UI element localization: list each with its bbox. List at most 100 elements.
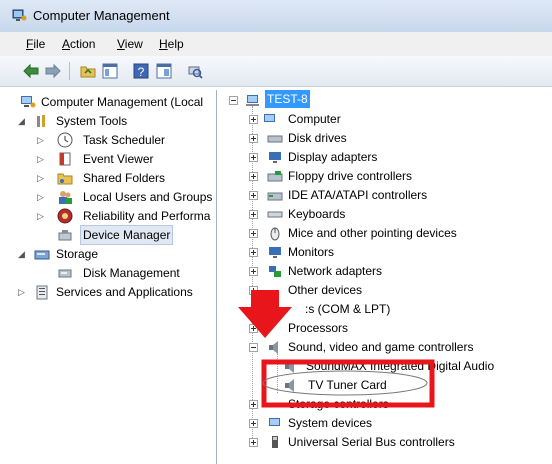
tree-label: Storage controllers — [288, 397, 389, 411]
help-icon[interactable]: ? — [132, 62, 150, 80]
collapse-arrow-icon[interactable]: ◢ — [18, 117, 27, 126]
scan-hardware-icon[interactable] — [186, 62, 204, 80]
event-log-icon — [59, 152, 71, 166]
device-manager-icon — [58, 230, 72, 241]
tree-label: Sound, video and game controllers — [288, 340, 474, 354]
tree-label: System devices — [288, 416, 373, 430]
tree-label: Shared Folders — [83, 171, 166, 185]
expand-box-icon[interactable] — [249, 267, 258, 276]
expand-box-icon[interactable] — [249, 115, 258, 124]
tree-label: Mice and other pointing devices — [288, 226, 457, 240]
expand-box-icon[interactable] — [249, 134, 258, 143]
tree-label: Monitors — [288, 245, 335, 259]
window-title: Computer Management — [33, 8, 170, 23]
tree-label: System Tools — [56, 114, 128, 128]
title-bar: Computer Management — [0, 0, 552, 33]
expand-arrow-icon[interactable]: ▷ — [37, 174, 46, 183]
expand-arrow-icon[interactable]: ▷ — [37, 212, 46, 221]
expand-arrow-icon[interactable]: ▷ — [37, 136, 46, 145]
collapse-box-icon[interactable] — [229, 96, 238, 105]
menu-help[interactable]: Help — [159, 37, 184, 51]
tree-label: Other devices — [288, 283, 363, 297]
disk-icon — [58, 269, 72, 278]
tree-node-disk-management[interactable]: Disk Management — [14, 264, 214, 282]
tree-node-task-scheduler[interactable]: ▷ Task Scheduler — [14, 131, 214, 149]
tree-node-services[interactable]: ▷ Services and Applications — [14, 283, 214, 301]
tree-label: Keyboards — [288, 207, 346, 221]
tree-label: Processors — [288, 321, 349, 335]
tree-node-reliability[interactable]: ▷ Reliability and Performa — [14, 207, 214, 225]
menu-bar: File Action View Help — [0, 32, 552, 56]
expand-box-icon[interactable] — [249, 286, 258, 295]
collapse-box-icon[interactable] — [249, 343, 258, 352]
collapse-arrow-icon[interactable]: ◢ — [18, 250, 27, 259]
forward-arrow-icon[interactable] — [44, 62, 62, 80]
expand-arrow-icon[interactable]: ▷ — [37, 155, 46, 164]
tree-label: Services and Applications — [56, 285, 193, 299]
tree-label: Disk Management — [83, 266, 180, 280]
expand-box-icon[interactable] — [249, 172, 258, 181]
tree-label: Task Scheduler — [83, 133, 166, 147]
toolbar-separator — [69, 62, 70, 80]
tree-label: Computer Management (Local — [41, 95, 204, 109]
floppy-controller-icon — [267, 171, 283, 182]
computer-icon — [246, 95, 259, 106]
gauge-icon — [57, 208, 73, 224]
mouse-icon — [270, 227, 280, 241]
tree-node-local-users[interactable]: ▷ Local Users and Groups — [14, 188, 214, 206]
keyboard-icon — [267, 211, 283, 218]
expand-box-icon[interactable] — [249, 210, 258, 219]
speaker-icon — [285, 379, 294, 392]
tree-label-selected: TEST-8 — [265, 90, 310, 108]
clock-icon — [57, 132, 73, 148]
disk-drive-icon — [267, 135, 283, 143]
tree-label: Local Users and Groups — [83, 190, 213, 204]
tree-label: Device Manager — [80, 225, 174, 245]
tree-label: Reliability and Performa — [83, 209, 211, 223]
computer-management-icon — [21, 96, 36, 108]
tools-icon — [37, 115, 45, 127]
storage-icon — [34, 250, 50, 260]
tree-node-system-tools[interactable]: ◢ System Tools — [14, 112, 214, 130]
menu-action[interactable]: Action — [62, 37, 95, 51]
expand-arrow-icon[interactable]: ▷ — [37, 193, 46, 202]
menu-file[interactable]: File — [26, 37, 45, 51]
expand-box-icon[interactable] — [249, 400, 258, 409]
tree-label: Floppy drive controllers — [288, 169, 413, 183]
menu-view[interactable]: View — [117, 37, 143, 51]
tree-label: Computer — [288, 112, 341, 126]
tree-label: Storage — [56, 247, 99, 261]
tree-node-shared-folders[interactable]: ▷ Shared Folders — [14, 169, 214, 187]
tree-node-storage[interactable]: ◢ Storage — [14, 245, 214, 263]
monitor-icon — [269, 247, 281, 258]
device-tree: TEST-8 Computer Disk drives Display adap… — [217, 90, 552, 464]
console-tree: Computer Management (Local ◢ System Tool… — [14, 90, 217, 464]
expand-box-icon[interactable] — [249, 248, 258, 257]
up-folder-icon[interactable] — [79, 62, 97, 80]
tree-connector — [277, 353, 278, 393]
tree-node-device-manager[interactable]: Device Manager — [14, 225, 214, 245]
expand-box-icon[interactable] — [249, 419, 258, 428]
network-adapter-icon — [269, 266, 281, 277]
computer-management-icon — [12, 9, 27, 21]
tree-node-event-viewer[interactable]: ▷ Event Viewer — [14, 150, 214, 168]
usb-icon — [272, 436, 278, 448]
expand-box-icon[interactable] — [249, 191, 258, 200]
tree-label: Event Viewer — [83, 152, 154, 166]
tree-label: SoundMAX Integrated Digital Audio — [306, 359, 495, 373]
show-hide-tree-icon[interactable] — [101, 62, 119, 80]
expand-box-icon[interactable] — [249, 153, 258, 162]
expand-box-icon[interactable] — [249, 324, 258, 333]
display-icon — [269, 152, 281, 163]
services-icon — [36, 285, 48, 300]
tree-label: IDE ATA/ATAPI controllers — [288, 188, 428, 202]
properties-pane-icon[interactable] — [155, 62, 173, 80]
tree-label: Universal Serial Bus controllers — [288, 435, 455, 449]
tree-label: Network adapters — [288, 264, 383, 278]
expand-box-icon[interactable] — [249, 229, 258, 238]
back-arrow-icon[interactable] — [22, 62, 40, 80]
expand-box-icon[interactable] — [249, 438, 258, 447]
shared-folder-icon — [57, 173, 73, 185]
expand-arrow-icon[interactable]: ▷ — [18, 288, 27, 297]
tree-label: :s (COM & LPT) — [305, 302, 391, 316]
